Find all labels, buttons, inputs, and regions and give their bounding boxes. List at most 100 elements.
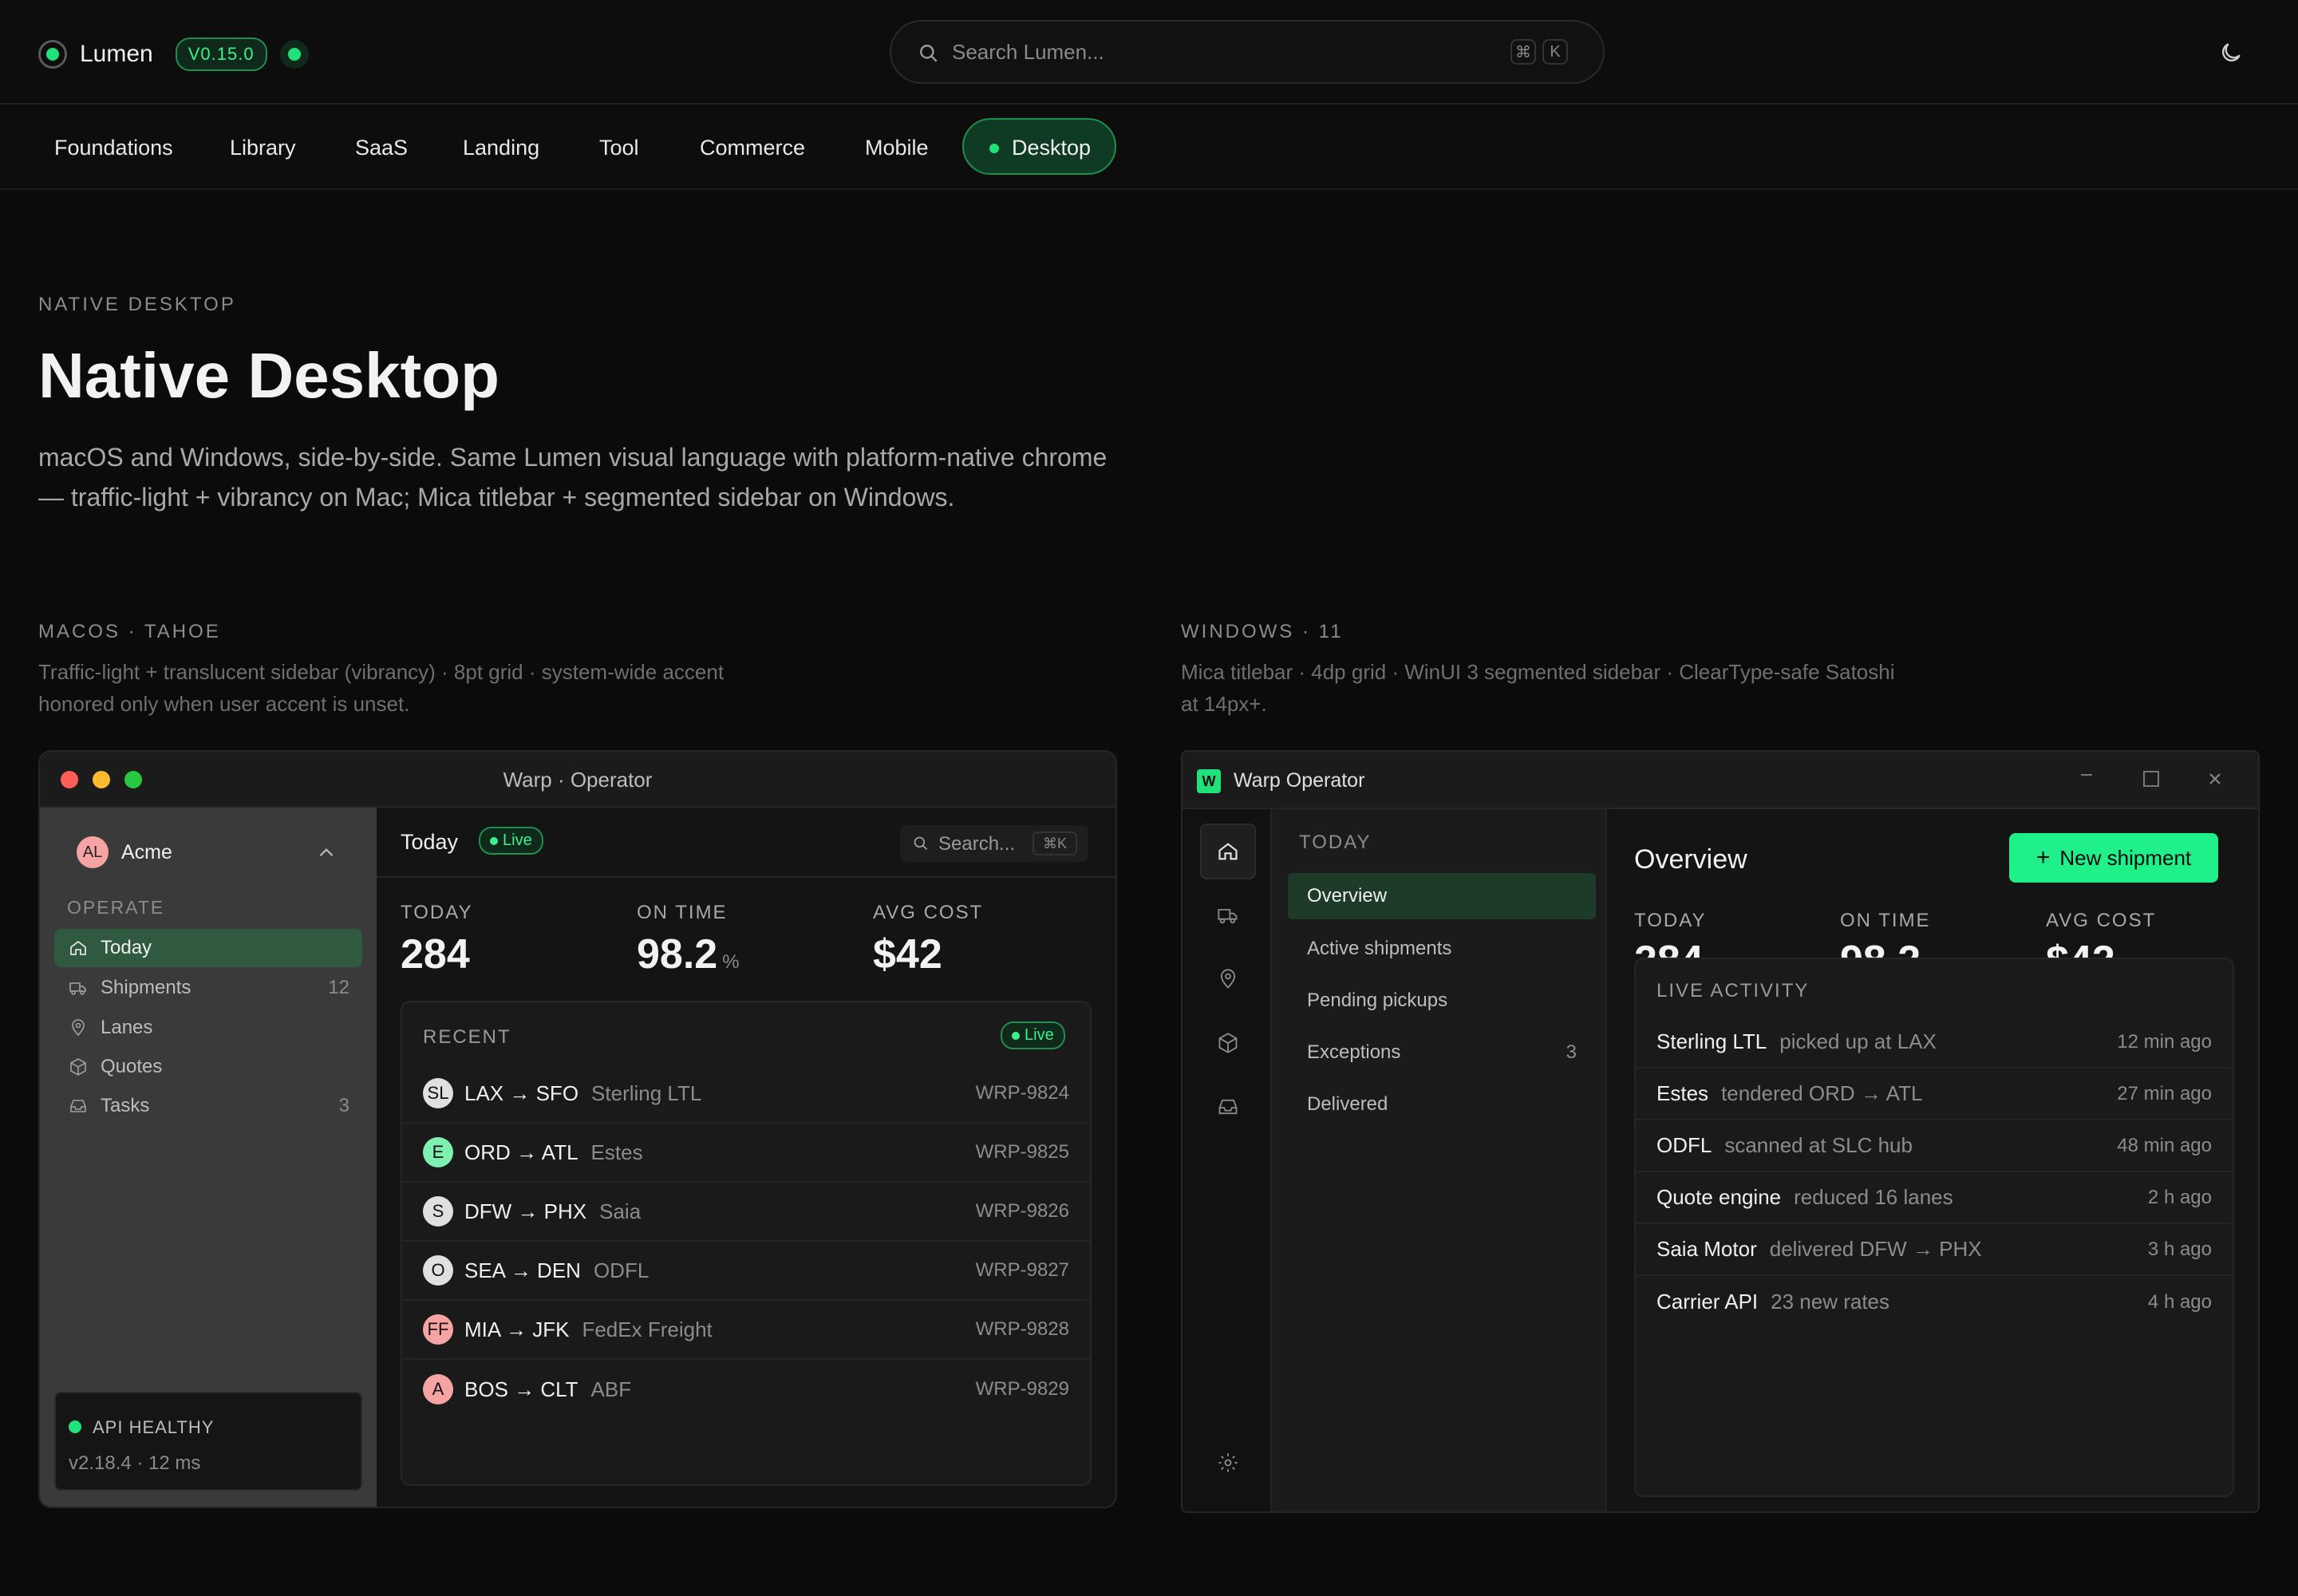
- theme-toggle-moon-icon[interactable]: [2218, 40, 2244, 65]
- mac-main: Today Live Search... ⌘K TODAY 284 ON TIM…: [377, 808, 1115, 1507]
- live-badge-label: Live: [503, 832, 532, 849]
- sidebar-item-label: Tasks: [101, 1095, 150, 1116]
- nav-desktop[interactable]: Desktop: [962, 118, 1116, 175]
- version-badge: V0.15.0: [175, 38, 267, 71]
- rail-map-pin-icon[interactable]: [1200, 951, 1256, 1007]
- table-row[interactable]: A BOS → CLT ABF WRP-9829: [402, 1360, 1090, 1419]
- inbox-icon: [67, 1096, 89, 1116]
- shipment-ref: WRP-9828: [975, 1318, 1069, 1340]
- carrier-avatar: O: [423, 1255, 453, 1286]
- brand[interactable]: Lumen V0.15.0: [38, 38, 309, 71]
- nav-saas[interactable]: SaaS: [355, 136, 408, 160]
- nav-library[interactable]: Library: [230, 136, 296, 160]
- maximize-icon[interactable]: [2143, 771, 2159, 787]
- brand-logo-icon: [38, 40, 67, 69]
- stat-label: ON TIME: [637, 902, 728, 923]
- route-label: SEA → DEN: [464, 1258, 581, 1282]
- activity-description: picked up at LAX: [1779, 1029, 1937, 1053]
- rail-home-icon[interactable]: [1200, 824, 1256, 879]
- truck-icon: [67, 978, 89, 998]
- sidebar-item-label: Today: [101, 937, 152, 958]
- recent-live-badge: Live: [1001, 1021, 1065, 1049]
- activity-actor: Sterling LTL: [1656, 1029, 1767, 1053]
- sidebar-item-label: Quotes: [101, 1056, 163, 1077]
- carrier-name: FedEx Freight: [582, 1317, 713, 1341]
- brand-name: Lumen: [80, 41, 153, 67]
- rail-truck-icon[interactable]: [1200, 887, 1256, 943]
- subnav-pending-pickups[interactable]: Pending pickups: [1288, 978, 1596, 1024]
- subnav-delivered[interactable]: Delivered: [1288, 1081, 1596, 1128]
- mac-section-desc: Traffic-light + translucent sidebar (vib…: [38, 660, 725, 716]
- page-title: Native Desktop: [38, 340, 499, 411]
- list-item[interactable]: ODFL scanned at SLC hub 48 min ago: [1636, 1120, 2233, 1172]
- app-logo-icon: W: [1197, 769, 1221, 793]
- stat-label: TODAY: [401, 902, 473, 923]
- stat-avg-cost: AVG COST $42: [873, 902, 983, 978]
- rail-box-icon[interactable]: [1200, 1015, 1256, 1071]
- win-main: Overview + New shipment TODAY 284 ON TIM…: [1607, 809, 2258, 1511]
- search-icon: [914, 836, 928, 851]
- list-item[interactable]: Sterling LTL picked up at LAX 12 min ago: [1636, 1017, 2233, 1069]
- mac-search[interactable]: Search... ⌘K: [900, 825, 1088, 862]
- list-item[interactable]: Carrier API 23 new rates 4 h ago: [1636, 1276, 2233, 1328]
- sidebar-item-lanes[interactable]: Lanes: [54, 1009, 362, 1047]
- subnav-exceptions[interactable]: Exceptions 3: [1288, 1029, 1596, 1076]
- carrier-avatar: A: [423, 1374, 453, 1404]
- sidebar-item-shipments[interactable]: Shipments 12: [54, 969, 362, 1007]
- macos-window: Warp · Operator AL Acme OPERATE Today Sh…: [38, 750, 1117, 1508]
- nav-foundations[interactable]: Foundations: [54, 136, 173, 160]
- route-label: BOS → CLT: [464, 1377, 578, 1401]
- sidebar-item-today[interactable]: Today: [54, 929, 362, 967]
- nav-commerce[interactable]: Commerce: [700, 136, 805, 160]
- kbd-cmd: ⌘: [1510, 39, 1536, 65]
- rail-inbox-icon[interactable]: [1200, 1079, 1256, 1135]
- carrier-name: Estes: [590, 1140, 643, 1164]
- mac-sidebar: AL Acme OPERATE Today Shipments 12 Lanes…: [40, 808, 377, 1507]
- table-row[interactable]: E ORD → ATL Estes WRP-9825: [402, 1124, 1090, 1183]
- stat-value: 98.2%: [637, 931, 740, 978]
- hero-description: macOS and Windows, side-by-side. Same Lu…: [38, 443, 1108, 512]
- minimize-icon[interactable]: [2081, 774, 2092, 776]
- win-main-title: Overview: [1634, 844, 1747, 875]
- stat-on-time: ON TIME 98.2%: [637, 902, 740, 978]
- map-pin-icon: [67, 1018, 89, 1037]
- route-label: DFW → PHX: [464, 1199, 587, 1223]
- shipment-ref: WRP-9829: [975, 1378, 1069, 1400]
- table-row[interactable]: O SEA → DEN ODFL WRP-9827: [402, 1242, 1090, 1301]
- chevron-up-icon[interactable]: [316, 843, 337, 863]
- subnav-active-shipments[interactable]: Active shipments: [1288, 926, 1596, 972]
- nav-mobile[interactable]: Mobile: [865, 136, 929, 160]
- close-icon[interactable]: [2207, 771, 2223, 787]
- live-activity-panel: LIVE ACTIVITY Sterling LTL picked up at L…: [1634, 958, 2234, 1497]
- global-search[interactable]: Search Lumen... ⌘ K: [890, 20, 1605, 84]
- mac-section-label: MACOS · TAHOE: [38, 621, 221, 642]
- sidebar-item-quotes[interactable]: Quotes: [54, 1048, 362, 1086]
- stat-value: $42: [873, 931, 942, 978]
- stat-label: AVG COST: [2046, 910, 2157, 931]
- carrier-avatar: FF: [423, 1314, 453, 1345]
- activity-description: 23 new rates: [1771, 1290, 1890, 1314]
- health-label: API HEALTHY: [93, 1417, 215, 1437]
- subnav-overview[interactable]: Overview: [1288, 873, 1596, 919]
- nav-tool[interactable]: Tool: [599, 136, 639, 160]
- nav-landing[interactable]: Landing: [463, 136, 539, 160]
- nav-bar: [0, 105, 2298, 190]
- sidebar-item-tasks[interactable]: Tasks 3: [54, 1087, 362, 1125]
- activity-timestamp: 12 min ago: [2117, 1030, 2212, 1053]
- list-item[interactable]: Saia Motor delivered DFW → PHX 3 h ago: [1636, 1224, 2233, 1276]
- activity-actor: Saia Motor: [1656, 1237, 1757, 1261]
- table-row[interactable]: FF MIA → JFK FedEx Freight WRP-9828: [402, 1301, 1090, 1360]
- table-row[interactable]: SL LAX → SFO Sterling LTL WRP-9824: [402, 1065, 1090, 1124]
- list-item[interactable]: Estes tendered ORD → ATL 27 min ago: [1636, 1069, 2233, 1120]
- activity-timestamp: 27 min ago: [2117, 1082, 2212, 1104]
- activity-timestamp: 4 h ago: [2147, 1290, 2212, 1313]
- live-badge: Live: [479, 827, 543, 855]
- workspace-switcher[interactable]: AL Acme: [77, 836, 172, 868]
- route-label: ORD → ATL: [464, 1140, 578, 1164]
- activity-timestamp: 2 h ago: [2147, 1186, 2212, 1208]
- table-row[interactable]: S DFW → PHX Saia WRP-9826: [402, 1183, 1090, 1242]
- carrier-name: Saia: [599, 1199, 642, 1223]
- rail-settings-gear-icon[interactable]: [1200, 1435, 1256, 1491]
- list-item[interactable]: Quote engine reduced 16 lanes 2 h ago: [1636, 1172, 2233, 1224]
- new-shipment-button[interactable]: + New shipment: [2009, 833, 2218, 883]
